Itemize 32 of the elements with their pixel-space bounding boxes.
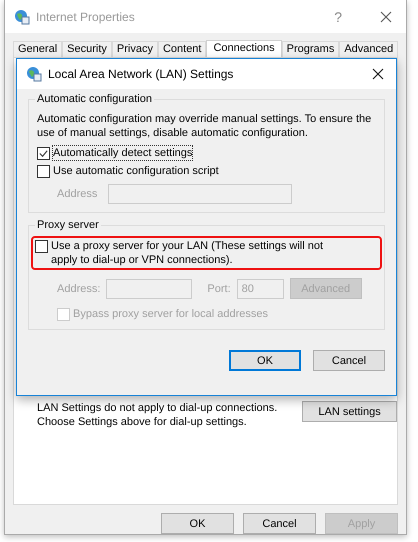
tab[interactable]: Connections <box>206 40 282 58</box>
checkbox-label[interactable]: Use automatic configuration script <box>53 164 219 178</box>
description-text: Automatic configuration may override manual settings. To ensure the use of manual settings, disable automatic configuration. <box>37 112 372 140</box>
close-icon[interactable] <box>372 68 384 80</box>
tab[interactable]: Programs <box>282 41 340 57</box>
field-label: Address <box>57 187 98 201</box>
tab[interactable]: Privacy <box>112 41 158 57</box>
help-button[interactable]: ? <box>334 8 342 24</box>
tab[interactable]: Advanced <box>339 41 398 57</box>
checkbox[interactable] <box>37 165 50 178</box>
field-label: Address: <box>57 282 100 296</box>
dialog-button[interactable]: Cancel <box>313 350 385 371</box>
lan-note: LAN Settings do not apply to dial-up connections. Choose Settings above for dial-up settings. <box>37 401 278 429</box>
checkbox[interactable] <box>35 240 48 253</box>
field-label: Port: <box>207 282 231 296</box>
globe-icon <box>14 8 30 24</box>
dialog-button[interactable]: Cancel <box>243 513 316 534</box>
window-title: Internet Properties <box>36 10 136 24</box>
tab[interactable]: Content <box>158 41 206 57</box>
checkbox[interactable] <box>37 147 50 160</box>
group-legend: Proxy server <box>35 218 101 232</box>
dialog-button[interactable]: OK <box>229 350 301 371</box>
dialog-title: Local Area Network (LAN) Settings <box>48 67 234 81</box>
group-legend: Automatic configuration <box>35 92 154 106</box>
tab[interactable]: General <box>13 41 62 57</box>
checkbox-label[interactable]: Automatically detect settings <box>53 146 192 160</box>
checkbox-label[interactable]: Use a proxy server for your LAN (These settings will not apply to dial-up or VPN connections). <box>51 239 351 267</box>
tab[interactable]: Security <box>62 41 112 57</box>
close-icon[interactable] <box>380 10 392 22</box>
dialog-button[interactable]: OK <box>161 513 234 534</box>
lan-settings-button[interactable]: LAN settings <box>302 401 397 422</box>
globe-icon <box>26 66 42 82</box>
